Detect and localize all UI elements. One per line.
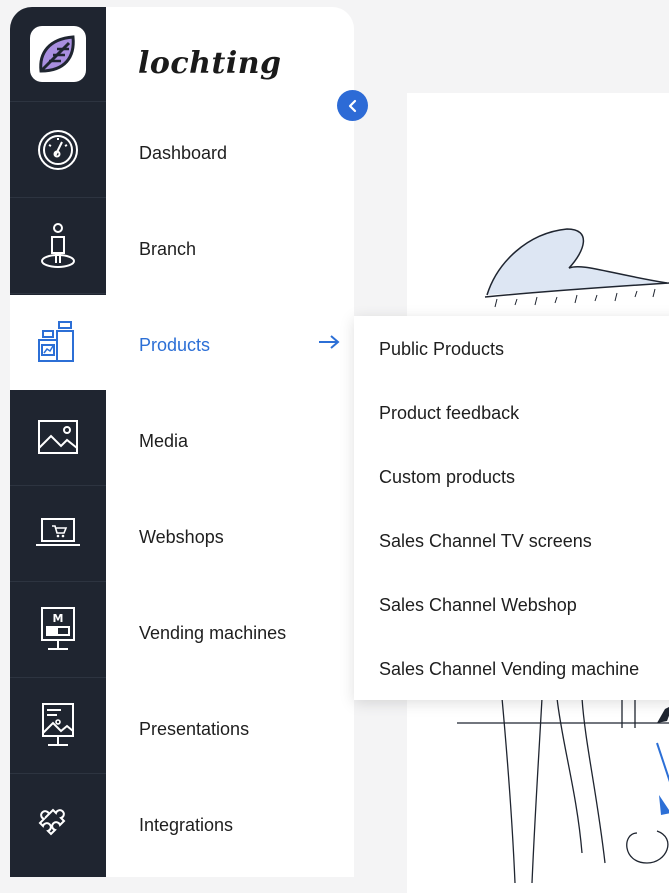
dashboard-gauge-icon [38, 130, 78, 170]
nav-item-label: Branch [139, 239, 197, 259]
nav-item-label: Vending machines [139, 623, 287, 643]
rail-item-branch[interactable] [10, 199, 106, 294]
nav-item-label: Webshops [139, 527, 224, 547]
rail-item-vending-machines[interactable]: M [10, 583, 106, 678]
nav-item-webshops[interactable]: Webshops [106, 490, 354, 585]
nav-item-dashboard[interactable]: Dashboard [106, 106, 354, 201]
nav-item-label: Presentations [139, 719, 250, 739]
nav-item-label: Media [139, 431, 189, 451]
vending-machine-icon: M [41, 607, 75, 650]
submenu-item-sales-channel-tv-screens[interactable]: Sales Channel TV screens [379, 509, 592, 573]
nav-item-branch[interactable]: Branch [106, 202, 354, 297]
rail-item-webshops[interactable] [10, 487, 106, 582]
rail-item-media[interactable] [10, 391, 106, 486]
nav-item-products[interactable]: Products [106, 298, 354, 393]
nav-item-label: Integrations [139, 815, 234, 835]
submenu-item-custom-products[interactable]: Custom products [379, 445, 515, 509]
icon-rail: M [10, 7, 106, 877]
logo-leaf-icon [39, 35, 75, 73]
presentation-easel-icon [42, 703, 74, 746]
submenu-item-sales-channel-vending-machine[interactable]: Sales Channel Vending machine [379, 637, 639, 701]
integrations-puzzle-icon [38, 808, 66, 835]
branch-person-icon [41, 223, 75, 268]
products-bottles-icon [38, 321, 74, 362]
webshop-laptop-cart-icon [36, 518, 80, 546]
rail-item-integrations[interactable] [10, 775, 106, 870]
media-picture-icon [38, 420, 78, 454]
arrow-right-icon [319, 335, 340, 349]
svg-text:M: M [53, 612, 64, 625]
submenu-item-product-feedback[interactable]: Product feedback [379, 381, 519, 445]
nav-item-presentations[interactable]: Presentations [106, 682, 354, 777]
rail-item-dashboard[interactable] [10, 103, 106, 198]
logo-badge [30, 26, 86, 82]
nav-item-label: Dashboard [139, 143, 228, 163]
rail-item-logo[interactable] [10, 7, 106, 102]
products-submenu: Public Products Product feedback Custom … [354, 316, 669, 700]
nav-item-label: Products [139, 335, 211, 355]
nav-item-vending-machines[interactable]: Vending machines [106, 586, 354, 681]
nav-item-media[interactable]: Media [106, 394, 354, 489]
nav-item-integrations[interactable]: Integrations [106, 778, 354, 873]
rail-item-presentations[interactable] [10, 679, 106, 774]
submenu-item-public-products[interactable]: Public Products [379, 317, 504, 381]
brand-logo-text: lochting [138, 46, 282, 81]
submenu-item-sales-channel-webshop[interactable]: Sales Channel Webshop [379, 573, 577, 637]
rail-item-products[interactable] [10, 295, 106, 390]
